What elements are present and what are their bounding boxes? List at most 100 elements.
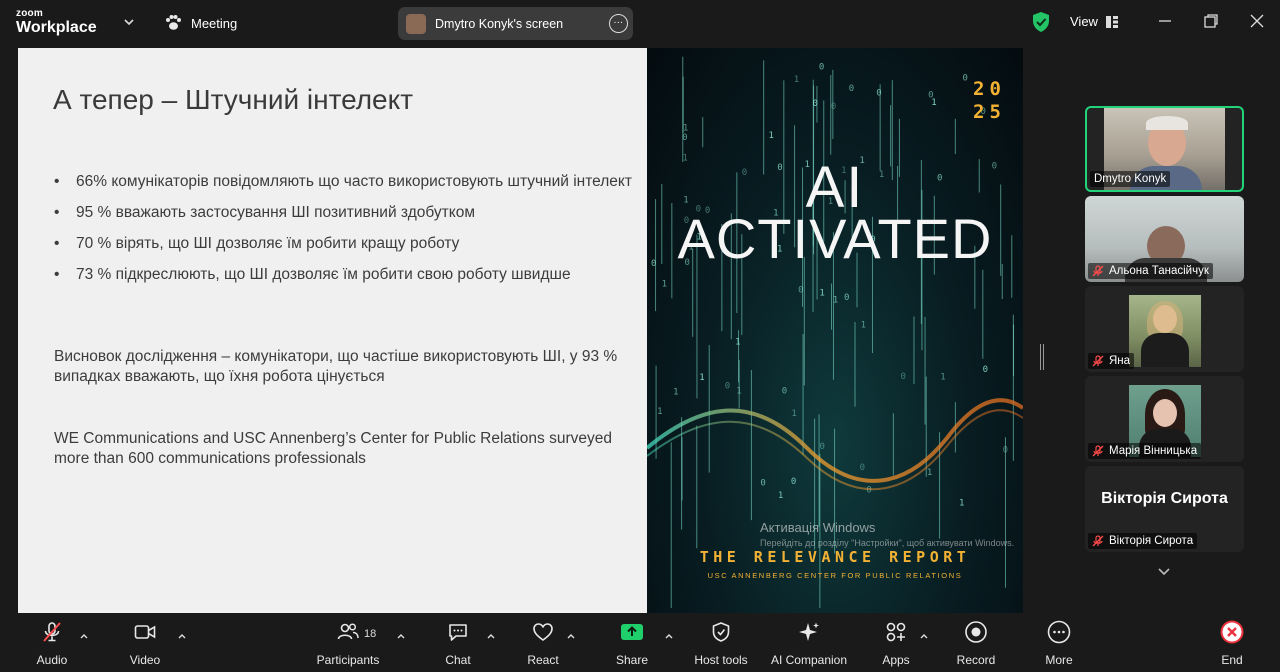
participant-name: Альона Танасійчук [1109, 265, 1209, 277]
restore-icon[interactable] [1202, 12, 1220, 30]
audio-options-caret-icon[interactable] [79, 632, 89, 640]
participants-icon [337, 623, 359, 640]
minimize-icon[interactable] [1156, 12, 1174, 30]
rain-digit: 0 [844, 293, 849, 303]
participant-name-tag: Dmytro Konyk [1090, 171, 1171, 187]
rain-digit: 1 [699, 373, 704, 383]
react-label: React [527, 653, 559, 667]
participant-name-tag: Вікторія Сирота [1088, 533, 1198, 549]
participant-display-name: Вікторія Сирота [1101, 490, 1228, 507]
view-label: View [1070, 14, 1098, 29]
windows-activation-hint: Перейдіть до розділу "Настройки", щоб ак… [760, 538, 1015, 548]
participant-tile-viktoriya-syrota[interactable]: Вікторія Сирота Вікторія Сирота [1085, 466, 1244, 552]
slide-title: А тепер – Штучний інтелект [53, 84, 414, 115]
rain-digit: 1 [683, 123, 688, 133]
react-options-caret-icon[interactable] [566, 632, 576, 640]
share-button[interactable]: Share [612, 614, 652, 672]
grid-view-icon [1105, 15, 1118, 28]
share-pill[interactable]: Dmytro Konyk's screen ... [398, 7, 633, 40]
cover-report-subtitle: USC ANNENBERG CENTER FOR PUBLIC RELATION… [707, 571, 963, 580]
participant-tile-mariya-vinnytska[interactable]: Марія Вінницька [1085, 376, 1244, 462]
mic-muted-icon [1092, 355, 1104, 367]
end-call-icon [1220, 620, 1244, 644]
participants-label: Participants [316, 653, 380, 667]
bullet-item: 95 % вважають застосування ШІ позитивний… [54, 203, 634, 223]
participant-name-tag: Альона Танасійчук [1088, 263, 1213, 279]
meeting-toolbar: Audio Video Participants 18 Chat React S… [0, 614, 1280, 672]
cover-headline-activated: ACTIVATED [677, 207, 993, 270]
react-button[interactable]: React [525, 614, 561, 672]
meeting-button[interactable]: Meeting [163, 13, 237, 33]
audio-button[interactable]: Audio [34, 614, 70, 672]
rain-digit: 0 [812, 99, 817, 109]
participants-count: 18 [364, 628, 377, 640]
heart-icon [533, 623, 553, 641]
rain-digit: 0 [682, 133, 687, 143]
paw-icon [166, 15, 181, 30]
chat-button[interactable]: Chat [440, 614, 476, 672]
rain-digit: 1 [657, 407, 662, 417]
participant-video [1129, 295, 1201, 367]
security-shield-icon[interactable] [1031, 11, 1051, 33]
chat-options-caret-icon[interactable] [486, 632, 496, 640]
end-meeting-button[interactable]: End [1214, 614, 1250, 672]
mic-muted-icon [1092, 445, 1104, 457]
cover-report-title: THE RELEVANCE REPORT [699, 548, 971, 566]
chevron-down-icon[interactable] [121, 14, 137, 30]
apps-label: Apps [882, 653, 910, 667]
record-button[interactable]: Record [952, 614, 1000, 672]
apps-button[interactable]: Apps [878, 614, 914, 672]
video-button[interactable]: Video [127, 614, 163, 672]
more-options-icon[interactable]: ... [609, 14, 628, 33]
participant-name: Вікторія Сирота [1109, 535, 1194, 547]
rain-digit: 0 [819, 63, 824, 73]
apps-options-caret-icon[interactable] [919, 632, 929, 640]
participant-tile-dmytro-konyk[interactable]: Dmytro Konyk [1085, 106, 1244, 192]
rain-digit: 0 [962, 74, 967, 84]
more-dots-icon [1047, 620, 1071, 644]
video-camera-icon [134, 625, 156, 639]
rain-digit: 0 [725, 381, 730, 391]
rain-digit: 1 [768, 131, 773, 141]
participant-tile-alona-tanasiychuk[interactable]: Альона Танасійчук [1085, 196, 1244, 282]
rain-digit: 0 [900, 372, 905, 382]
share-options-caret-icon[interactable] [664, 632, 674, 640]
rain-digit: 0 [791, 477, 796, 487]
rain-digit: 0 [876, 89, 881, 99]
zoom-workplace-logo[interactable]: zoom Workplace [16, 9, 97, 36]
rain-digit: 1 [735, 337, 740, 347]
participants-button[interactable]: Participants [314, 614, 382, 672]
cover-year-top: 20 [973, 78, 1006, 100]
share-pill-label: Dmytro Konyk's screen [435, 16, 564, 31]
close-icon[interactable] [1248, 12, 1266, 30]
participants-options-caret-icon[interactable] [396, 632, 406, 640]
view-button[interactable]: View [1070, 14, 1119, 29]
slide-text-area: А тепер – Штучний інтелект 66% комунікат… [18, 48, 647, 613]
rain-digit: 1 [833, 295, 838, 305]
panel-resize-handle[interactable] [1040, 344, 1044, 370]
participant-name: Марія Вінницька [1109, 445, 1198, 457]
rain-digit: 0 [782, 387, 787, 397]
mic-muted-icon [43, 622, 61, 642]
apps-icon [886, 622, 906, 642]
participant-tile-yana[interactable]: Яна [1085, 286, 1244, 372]
video-options-caret-icon[interactable] [177, 632, 187, 640]
rain-digit: 1 [778, 491, 783, 501]
rain-digit: 1 [940, 372, 945, 382]
rain-digit: 1 [673, 387, 678, 397]
host-tools-button[interactable]: Host tools [690, 614, 752, 672]
rain-digit: 0 [798, 285, 803, 295]
ai-companion-button[interactable]: AI Companion [766, 614, 852, 672]
rain-digit: 0 [860, 463, 865, 473]
scroll-down-chevron-icon[interactable] [1156, 565, 1172, 579]
rain-digit: 0 [983, 365, 988, 375]
mic-muted-icon [1092, 535, 1104, 547]
end-label: End [1221, 653, 1243, 667]
ai-companion-label: AI Companion [770, 653, 848, 667]
rain-digit: 1 [794, 75, 799, 85]
more-label: More [1045, 653, 1073, 667]
title-bar: zoom Workplace Meeting Dmytro Konyk's sc… [0, 0, 1280, 46]
participant-name-tag: Яна [1088, 353, 1135, 369]
more-button[interactable]: More [1040, 614, 1078, 672]
bullet-item: 70 % вірять, що ШІ дозволяє їм робити кр… [54, 234, 634, 254]
